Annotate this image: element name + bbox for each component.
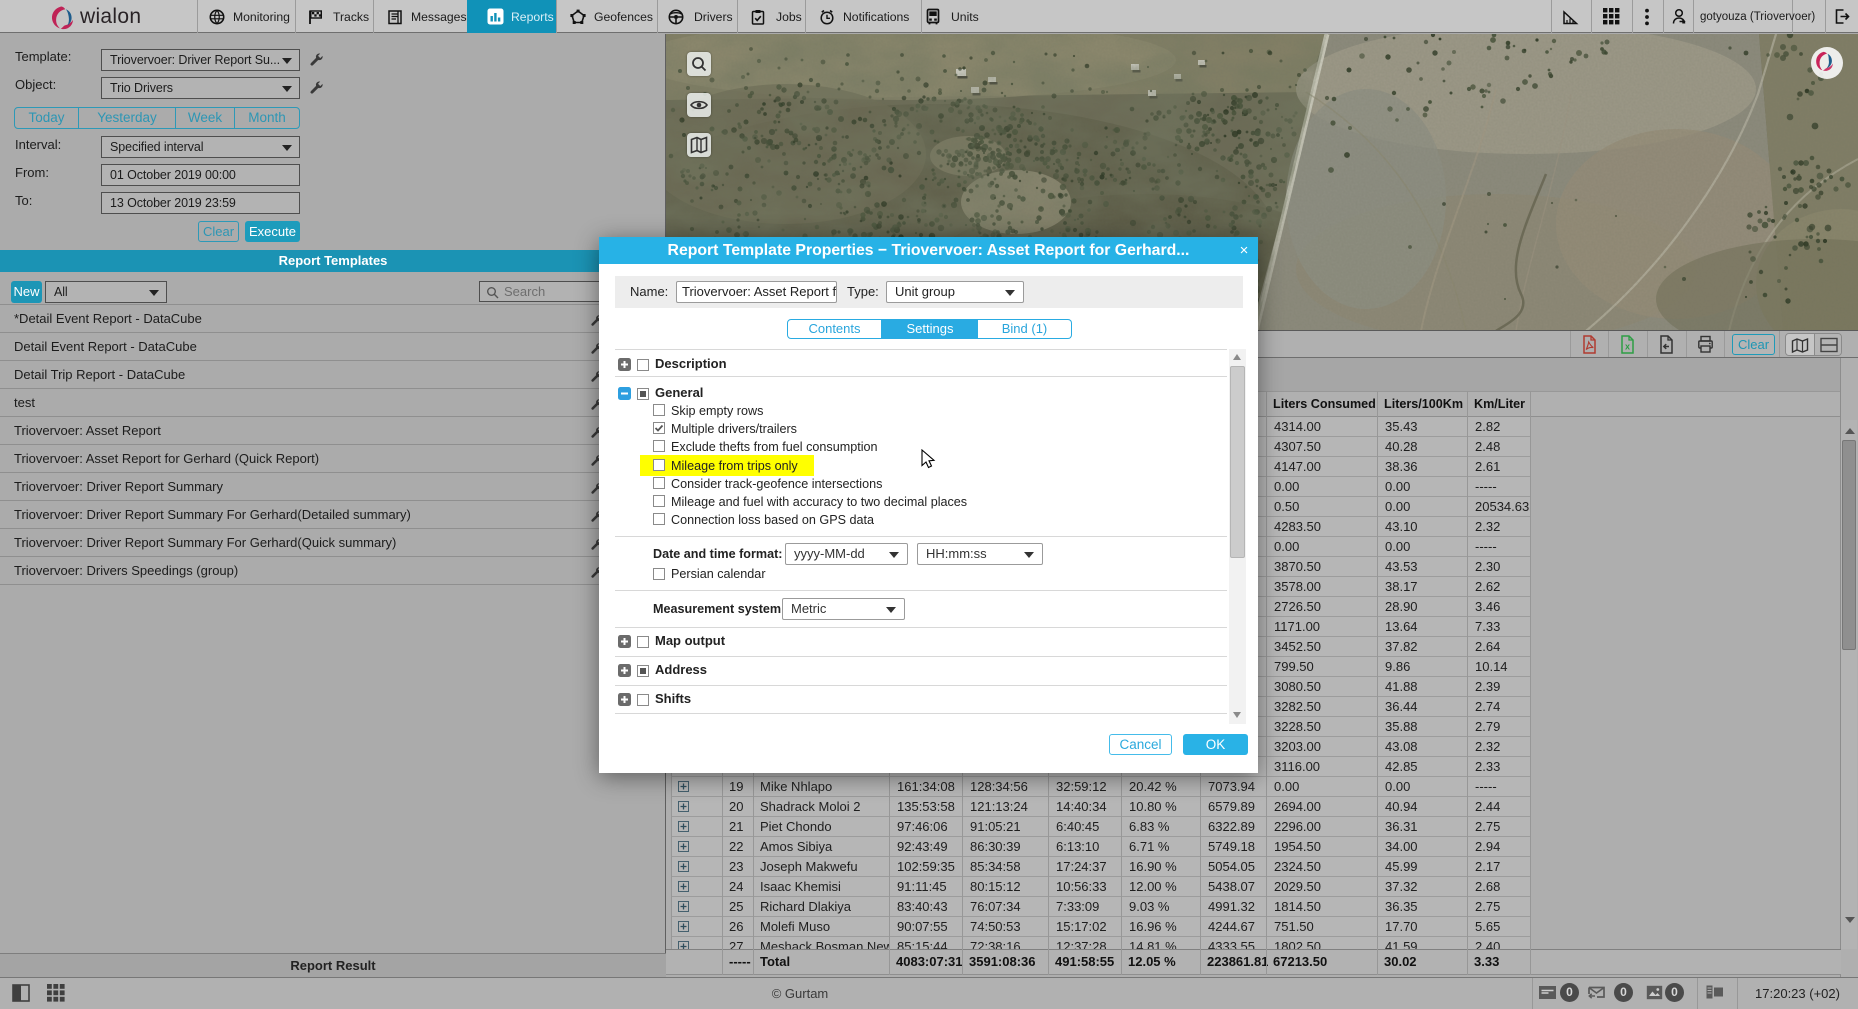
svg-text:x: x	[1625, 342, 1630, 352]
